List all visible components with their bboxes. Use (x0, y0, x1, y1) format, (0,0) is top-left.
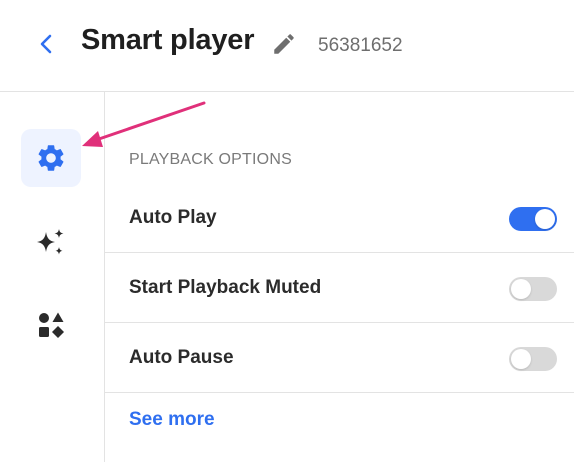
shapes-icon (39, 312, 64, 338)
smart-player-settings-page: Smart player 56381652 PLAYBACK OPTIONS A… (0, 0, 574, 462)
section-heading: PLAYBACK OPTIONS (129, 151, 292, 168)
sparkles-icon (37, 229, 64, 255)
see-more-link[interactable]: See more (129, 409, 215, 431)
rail-item-apps[interactable] (21, 296, 81, 354)
page-title: Smart player (81, 24, 255, 56)
back-button[interactable] (30, 28, 62, 60)
player-id: 56381652 (318, 35, 403, 56)
rail-item-ai[interactable] (21, 214, 81, 272)
option-row-start-playback-muted: Start Playback Muted (105, 253, 574, 323)
page-header: Smart player 56381652 (0, 0, 574, 92)
toggle-knob (535, 209, 555, 229)
gear-icon (38, 145, 64, 171)
toggle-knob (511, 349, 531, 369)
start-playback-muted-toggle[interactable] (509, 277, 557, 301)
option-row-auto-play: Auto Play (105, 183, 574, 253)
option-label: Auto Pause (129, 347, 234, 368)
auto-play-toggle[interactable] (509, 207, 557, 231)
option-label: Auto Play (129, 207, 217, 228)
pencil-icon (274, 34, 294, 54)
edit-title-button[interactable] (268, 30, 300, 58)
chevron-left-icon (40, 34, 52, 54)
side-rail (0, 92, 105, 462)
option-row-auto-pause: Auto Pause (105, 323, 574, 393)
toggle-knob (511, 279, 531, 299)
rail-item-settings[interactable] (21, 129, 81, 187)
auto-pause-toggle[interactable] (509, 347, 557, 371)
option-label: Start Playback Muted (129, 277, 322, 298)
